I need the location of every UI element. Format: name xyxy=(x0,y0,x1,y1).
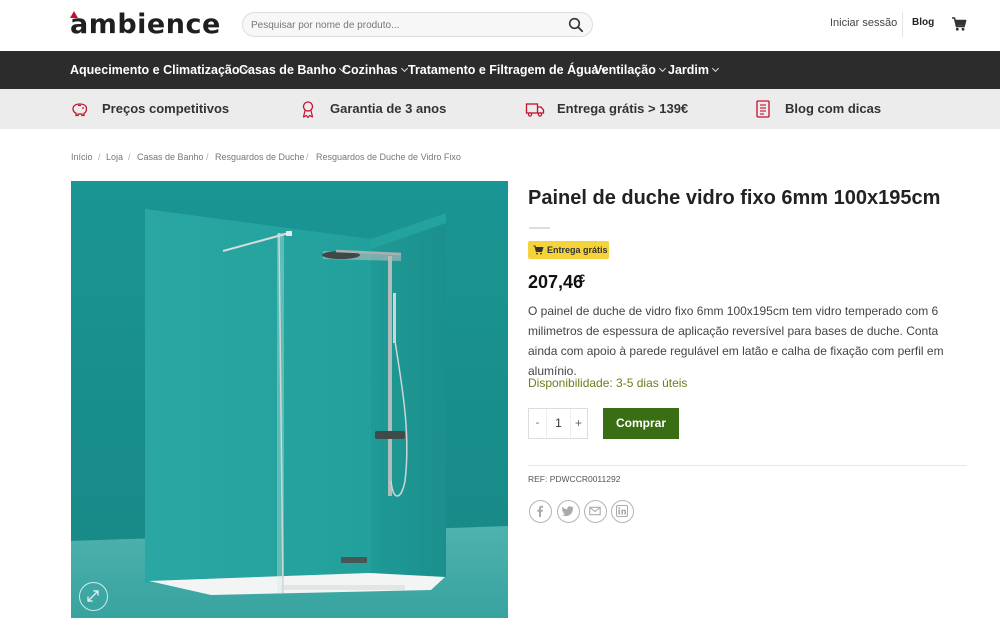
chevron-down-icon xyxy=(711,64,720,73)
nav-item-cozinhas[interactable]: Cozinhas xyxy=(342,63,408,77)
nav-item-aquecimento[interactable]: Aquecimento e Climatização xyxy=(70,63,250,77)
usp-bar: Preços competitivos Garantia de 3 anos E… xyxy=(0,89,1000,129)
breadcrumb-item[interactable]: Resguardos de Duche xyxy=(215,152,305,162)
twitter-icon xyxy=(562,506,574,517)
nav-item-label: Aquecimento e Climatização xyxy=(70,63,240,77)
usp-label-precos: Preços competitivos xyxy=(102,101,230,116)
site-logo[interactable]: ambience xyxy=(70,9,221,40)
quantity-input[interactable]: 1 xyxy=(546,409,571,438)
expand-icon xyxy=(87,590,99,602)
zoom-button[interactable] xyxy=(79,582,108,611)
breadcrumb-item[interactable]: Loja xyxy=(106,152,123,162)
search-icon[interactable] xyxy=(568,17,584,33)
quantity-increase-button[interactable]: + xyxy=(570,409,587,438)
nav-item-label: Cozinhas xyxy=(342,63,398,77)
chevron-down-icon xyxy=(400,64,408,73)
shower-panel-illustration xyxy=(71,181,508,618)
product-image[interactable] xyxy=(71,181,508,618)
email-icon xyxy=(589,506,601,516)
quantity-stepper: - 1 + xyxy=(528,408,588,439)
breadcrumb-separator: / xyxy=(306,152,309,162)
nav-item-label: Tratamento e Filtragem de Água xyxy=(408,63,599,77)
nav-item-label: Jardim xyxy=(668,63,709,77)
nav-item-label: Casas de Banho xyxy=(239,63,337,77)
blog-link[interactable]: Blog xyxy=(912,17,934,28)
document-icon xyxy=(756,100,770,118)
quantity-decrease-button[interactable]: - xyxy=(529,409,546,438)
breadcrumb-separator: / xyxy=(206,152,209,162)
share-linkedin-button[interactable] xyxy=(611,500,634,523)
nav-item-casas-de-banho[interactable]: Casas de Banho xyxy=(239,63,347,77)
product-title: Painel de duche vidro fixo 6mm 100x195cm xyxy=(528,187,941,209)
product-ref: REF: PDWCCR0011292 xyxy=(528,474,621,484)
search-bar[interactable] xyxy=(242,12,593,37)
main-nav: Aquecimento e Climatização Casas de Banh… xyxy=(0,51,1000,89)
usp-label-entrega: Entrega grátis > 139€ xyxy=(557,101,689,116)
availability-text: Disponibilidade: 3-5 dias úteis xyxy=(528,376,688,390)
facebook-icon xyxy=(537,505,544,517)
breadcrumb-separator: / xyxy=(128,152,131,162)
share-twitter-button[interactable] xyxy=(557,500,580,523)
piggy-bank-icon xyxy=(72,103,88,117)
breadcrumb-item[interactable]: Casas de Banho xyxy=(137,152,204,162)
search-input[interactable] xyxy=(251,17,551,33)
nav-item-ventilacao[interactable]: Ventilação xyxy=(594,63,666,77)
product-description: O painel de duche de vidro fixo 6mm 100x… xyxy=(528,304,944,378)
price-currency: € xyxy=(579,273,586,285)
section-divider xyxy=(528,465,967,466)
cart-icon xyxy=(533,245,544,255)
share-email-button[interactable] xyxy=(584,500,607,523)
title-divider xyxy=(529,227,550,229)
product-price: 207,46 xyxy=(528,272,584,292)
nav-item-label: Ventilação xyxy=(594,63,656,77)
site-header: ambience Iniciar sessão Blog xyxy=(0,0,1000,51)
login-link[interactable]: Iniciar sessão xyxy=(830,17,897,29)
cart-icon[interactable] xyxy=(951,16,967,32)
breadcrumb-current: Resguardos de Duche de Vidro Fixo xyxy=(316,152,461,162)
badge-label: Entrega grátis xyxy=(547,245,608,255)
delivery-truck-icon xyxy=(525,103,545,117)
header-divider xyxy=(902,12,903,37)
usp-label-blog: Blog com dicas xyxy=(785,101,882,116)
breadcrumb-item[interactable]: Início xyxy=(71,152,93,162)
linkedin-icon xyxy=(616,505,628,517)
buy-button[interactable]: Comprar xyxy=(603,408,679,439)
breadcrumb-separator: / xyxy=(98,152,101,162)
usp-label-garantia: Garantia de 3 anos xyxy=(330,101,447,116)
chevron-down-icon xyxy=(658,64,666,73)
nav-item-tratamento-agua[interactable]: Tratamento e Filtragem de Água xyxy=(408,63,609,77)
share-facebook-button[interactable] xyxy=(529,500,552,523)
nav-item-jardim[interactable]: Jardim xyxy=(668,63,720,77)
award-ribbon-icon xyxy=(302,101,314,119)
